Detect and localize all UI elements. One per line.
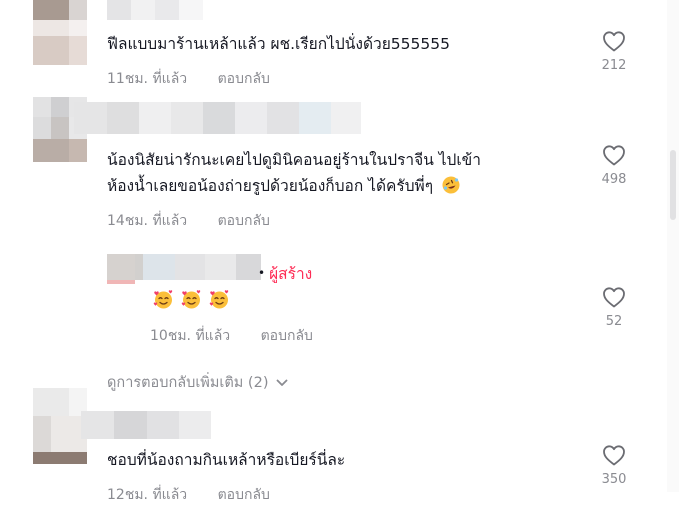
like-button[interactable]: 498 <box>594 144 634 187</box>
comment-text-line-2-text: ห้องน้ำเลยขอน้องถ่ายรูปด้วยน้องก็บอก ได้… <box>107 177 434 195</box>
like-button[interactable]: 52 <box>594 286 634 329</box>
avatar-pixelated[interactable] <box>33 0 87 65</box>
username-pixelated[interactable] <box>74 102 361 134</box>
reply-button[interactable]: ตอบกลับ <box>218 71 270 87</box>
username-pixelated[interactable] <box>81 411 211 439</box>
smiling-face-with-hearts-emoji <box>181 290 201 309</box>
smiling-face-with-hearts-emoji <box>209 290 229 309</box>
rolling-on-floor-laughing-emoji <box>442 176 460 193</box>
avatar-pixelated[interactable] <box>33 388 87 464</box>
like-count: 350 <box>601 472 627 487</box>
comment-time: 14ชม. ที่แล้ว <box>107 213 188 229</box>
scrollbar-track[interactable] <box>667 0 679 492</box>
comment-text: ฟีลแบบมาร้านเหล้าแล้ว ผช.เรียกไปนั่งด้วย… <box>107 35 450 53</box>
heart-outline-icon[interactable] <box>602 30 626 52</box>
separator-dot: • <box>258 266 266 280</box>
creator-reply-emojis <box>153 289 230 310</box>
creator-badge: ผู้สร้าง <box>269 265 313 283</box>
comment-time: 12ชม. ที่แล้ว <box>107 487 188 503</box>
comment-meta: 11ชม. ที่แล้ว ตอบกลับ <box>107 68 296 90</box>
creator-avatar-pixelated[interactable] <box>107 254 135 284</box>
comment-meta: 14ชม. ที่แล้ว ตอบกลับ <box>107 210 296 232</box>
creator-reply-meta: 10ชม. ที่แล้ว ตอบกลับ <box>150 325 339 347</box>
smiling-face-with-hearts-emoji <box>153 290 173 309</box>
scrollbar-thumb[interactable] <box>670 150 676 220</box>
reply-button[interactable]: ตอบกลับ <box>218 487 270 503</box>
comment-time: 11ชม. ที่แล้ว <box>107 71 188 87</box>
view-more-replies-button[interactable]: ดูการตอบกลับเพิ่มเติม (2) <box>107 371 288 394</box>
like-button[interactable]: 212 <box>594 30 634 73</box>
reply-button[interactable]: ตอบกลับ <box>218 213 270 229</box>
like-count: 52 <box>605 314 623 329</box>
view-more-replies-label: ดูการตอบกลับเพิ่มเติม (2) <box>107 375 269 391</box>
heart-outline-icon[interactable] <box>602 144 626 166</box>
like-button[interactable]: 350 <box>594 444 634 487</box>
comment-text-line-1: น้องนิสัยน่ารักนะเคยไปดูมินิคอนอยู่ร้านใ… <box>107 151 481 169</box>
creator-name-pixelated[interactable] <box>135 254 261 280</box>
comment-text-line-2: ห้องน้ำเลยขอน้องถ่ายรูปด้วยน้องก็บอก ได้… <box>107 174 461 199</box>
reply-button[interactable]: ตอบกลับ <box>261 328 313 344</box>
comment-text: ชอบที่น้องถามกินเหล้าหรือเบียร์นี่ละ <box>107 451 346 469</box>
heart-outline-icon[interactable] <box>602 286 626 308</box>
like-count: 498 <box>601 172 627 187</box>
heart-outline-icon[interactable] <box>602 444 626 466</box>
creator-reply-time: 10ชม. ที่แล้ว <box>150 328 231 344</box>
like-count: 212 <box>601 58 627 73</box>
comment-meta: 12ชม. ที่แล้ว ตอบกลับ <box>107 484 296 506</box>
creator-badge-row: • ผู้สร้าง <box>258 261 312 286</box>
chevron-down-icon <box>277 379 288 386</box>
username-pixelated[interactable] <box>107 0 203 20</box>
